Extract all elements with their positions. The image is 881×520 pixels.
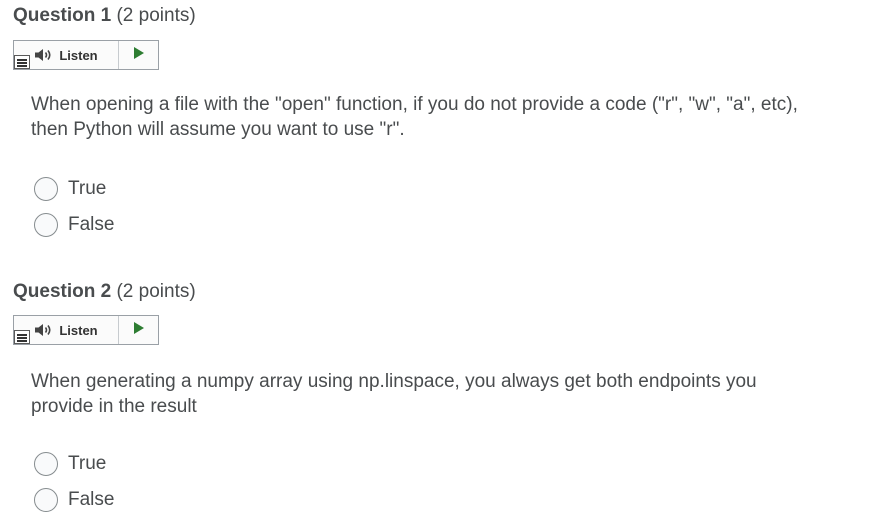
option-true[interactable]: True	[34, 449, 106, 479]
question-title: Question 1 (2 points)	[13, 4, 196, 28]
option-label: True	[68, 453, 107, 474]
speaker-icon	[34, 323, 54, 337]
play-icon	[133, 46, 145, 65]
option-label: False	[68, 489, 115, 510]
menu-icon[interactable]	[14, 55, 30, 69]
play-icon	[133, 321, 145, 340]
play-button[interactable]	[119, 41, 158, 69]
radio-button[interactable]	[34, 177, 58, 201]
listen-label: Listen	[59, 322, 98, 338]
speaker-icon	[34, 48, 54, 62]
listen-toolbar: Listen	[13, 40, 159, 70]
option-false[interactable]: False	[34, 210, 114, 240]
option-false[interactable]: False	[34, 485, 114, 515]
option-label: False	[68, 214, 115, 235]
radio-button[interactable]	[34, 488, 58, 512]
option-true[interactable]: True	[34, 174, 106, 204]
menu-icon[interactable]	[14, 330, 30, 344]
question-title: Question 2 (2 points)	[13, 280, 196, 304]
radio-button[interactable]	[34, 452, 58, 476]
question-text: When opening a file with the "open" func…	[31, 94, 798, 140]
question-name: Question 1	[13, 5, 112, 26]
radio-button[interactable]	[34, 213, 58, 237]
play-button[interactable]	[119, 316, 158, 344]
question-points: (2 points)	[116, 5, 196, 26]
listen-label: Listen	[59, 47, 98, 63]
listen-toolbar: Listen	[13, 315, 159, 345]
option-label: True	[68, 178, 107, 199]
question-text: When generating a numpy array using np.l…	[31, 371, 757, 417]
question-name: Question 2	[13, 281, 112, 302]
question-points: (2 points)	[116, 281, 196, 302]
